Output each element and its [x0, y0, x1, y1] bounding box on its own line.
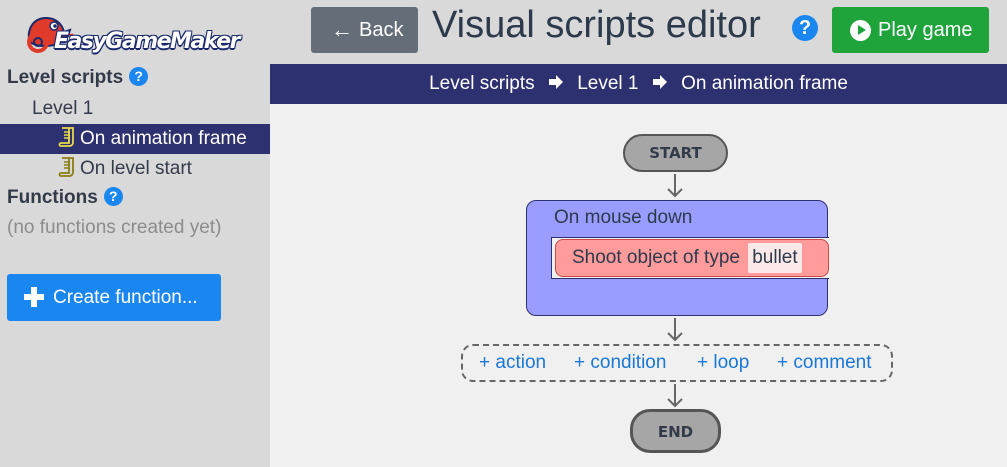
arrow-right-icon	[652, 75, 667, 89]
play-label: Play game	[878, 19, 973, 41]
sidebar: EasyGameMaker Level scripts? Level 1 On …	[0, 0, 270, 467]
sidebar-item-label: Level 1	[32, 98, 94, 119]
arrow-down-icon	[667, 174, 683, 198]
action-block-shoot-object[interactable]: Shoot object of type bullet	[555, 239, 829, 277]
app-logo[interactable]: EasyGameMaker	[24, 12, 240, 58]
back-label: Back	[359, 19, 404, 41]
sidebar-item-on-animation-frame[interactable]: On animation frame	[0, 124, 270, 154]
sidebar-item-level-1[interactable]: Level 1	[0, 94, 270, 124]
header: ← Back Visual scripts editor ? Play game	[270, 0, 1007, 64]
add-loop-link[interactable]: + loop	[697, 352, 749, 374]
breadcrumb-item-current: On animation frame	[681, 73, 848, 94]
end-node: END	[630, 409, 721, 453]
logo-text: EasyGameMaker	[54, 29, 240, 54]
action-param-object-type[interactable]: bullet	[748, 243, 802, 273]
add-condition-link[interactable]: + condition	[574, 352, 666, 374]
arrow-right-icon	[548, 75, 563, 89]
add-block-bar: + action + condition + loop + comment	[461, 344, 893, 382]
event-block-on-mouse-down[interactable]: On mouse down Shoot object of type bulle…	[526, 200, 829, 316]
functions-heading: Functions?	[7, 187, 123, 209]
arrow-down-icon	[667, 384, 683, 408]
level-scripts-label: Level scripts	[7, 67, 124, 88]
create-function-button[interactable]: Create function...	[7, 274, 221, 321]
level-scripts-heading: Level scripts?	[7, 67, 149, 89]
sidebar-item-on-level-start[interactable]: On level start	[0, 154, 270, 184]
breadcrumb-item-level[interactable]: Level 1	[577, 73, 638, 94]
plus-icon	[24, 287, 44, 307]
breadcrumb: Level scripts Level 1 On animation frame	[270, 64, 1007, 104]
play-icon	[850, 20, 871, 41]
script-scroll-icon	[58, 127, 74, 147]
add-comment-link[interactable]: + comment	[777, 352, 872, 374]
no-functions-text: (no functions created yet)	[7, 217, 222, 238]
help-icon[interactable]: ?	[792, 15, 818, 41]
script-canvas: START On mouse down Shoot object of type…	[270, 104, 1007, 467]
start-node: START	[623, 134, 728, 172]
event-label: On mouse down	[554, 207, 693, 228]
help-icon[interactable]: ?	[129, 67, 149, 86]
sidebar-item-label: On level start	[80, 158, 192, 179]
action-text: Shoot object of type	[572, 247, 740, 268]
back-arrow-icon: ←	[331, 17, 353, 42]
create-function-label: Create function...	[53, 287, 198, 308]
script-scroll-icon	[58, 157, 74, 177]
add-action-link[interactable]: + action	[479, 352, 546, 374]
back-button[interactable]: ← Back	[311, 7, 418, 53]
play-game-button[interactable]: Play game	[832, 7, 989, 53]
arrow-down-icon	[667, 318, 683, 342]
sidebar-item-label: On animation frame	[80, 128, 247, 149]
help-icon[interactable]: ?	[103, 187, 123, 206]
functions-label: Functions	[7, 187, 98, 208]
breadcrumb-item-level-scripts[interactable]: Level scripts	[429, 73, 535, 94]
page-title: Visual scripts editor	[432, 4, 761, 46]
